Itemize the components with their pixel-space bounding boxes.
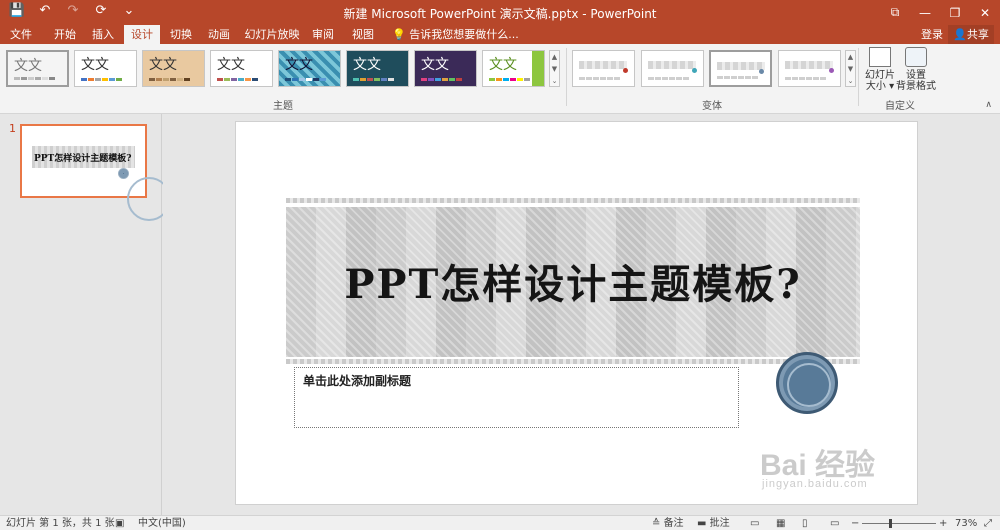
language-indicator[interactable]: 中文(中国) (138, 517, 186, 530)
share-label: 共享 (966, 28, 989, 41)
theme-thumbnail[interactable]: 文文 (6, 50, 69, 87)
zoom-level[interactable]: 73% (955, 517, 977, 530)
reading-view-icon[interactable]: ▯ (802, 517, 808, 530)
customize-group-label: 自定义 (885, 101, 915, 112)
themes-group-label: 主题 (273, 101, 293, 112)
zoom-slider-thumb[interactable] (889, 519, 892, 528)
share-button[interactable]: 👤共享 (948, 25, 994, 44)
theme-thumbnail[interactable]: 文文 (142, 50, 205, 87)
tab-view[interactable]: 视图 (346, 25, 380, 44)
themes-gallery-scroll[interactable]: ▲ ▼ ⌄ (549, 50, 560, 87)
tab-transitions[interactable]: 切换 (164, 25, 198, 44)
tab-slideshow[interactable]: 幻灯片放映 (244, 25, 300, 44)
tell-me-box[interactable]: 💡 告诉我您想要做什么... (392, 25, 519, 44)
window-title: 新建 Microsoft PowerPoint 演示文稿.pptx - Powe… (343, 7, 657, 21)
tab-home[interactable]: 开始 (48, 25, 82, 44)
notes-button[interactable]: ≙ 备注 (652, 517, 684, 530)
spellcheck-icon[interactable]: ▣ (115, 517, 124, 530)
watermark-url: jingyan.baidu.com (762, 478, 868, 490)
paint-bucket-icon (905, 47, 927, 67)
comments-button[interactable]: ▬ 批注 (697, 517, 730, 530)
ribbon-display-options-icon[interactable]: ⧉ (880, 0, 910, 25)
variants-group-label: 变体 (702, 101, 722, 112)
tab-file[interactable]: 文件 (6, 25, 36, 44)
slide-size-icon (869, 47, 891, 67)
window-controls: ⧉ — ❐ ✕ (880, 0, 1000, 25)
decorative-rule (286, 198, 860, 203)
notes-icon: ≙ (652, 518, 664, 529)
theme-thumbnail[interactable]: 文文 (278, 50, 341, 87)
group-divider (858, 48, 859, 106)
variants-gallery-scroll[interactable]: ▲ ▼ ⌄ (845, 50, 856, 87)
login-link[interactable]: 登录 (921, 25, 943, 44)
tab-review[interactable]: 审阅 (306, 25, 340, 44)
title-bar: 💾 ↶ ↷ ⟳ ⌄ 新建 Microsoft PowerPoint 演示文稿.p… (0, 0, 1000, 25)
slide-sorter-icon[interactable]: ▦ (776, 517, 785, 530)
theme-thumbnail[interactable]: 文文 (414, 50, 477, 87)
slide-title[interactable]: PPT怎样设计主题模板? (286, 252, 860, 310)
baidu-watermark: Bai 经验 jingyan.baidu.com (760, 440, 875, 490)
variant-thumbnail[interactable] (572, 50, 635, 87)
slideshow-icon[interactable]: ▭ (830, 517, 839, 530)
theme-thumbnail[interactable]: 文文 (210, 50, 273, 87)
theme-thumbnail[interactable]: 文文 (346, 50, 409, 87)
minimize-icon[interactable]: — (910, 0, 940, 25)
thumbnail-title: PPT怎样设计主题模板? (34, 154, 132, 164)
format-background-button[interactable]: 设置 背景格式 (896, 47, 936, 92)
restore-icon[interactable]: ❐ (940, 0, 970, 25)
theme-thumbnail[interactable]: 文文 (74, 50, 137, 87)
status-bar: 幻灯片 第 1 张，共 1 张 ▣ 中文(中国) ≙ 备注 ▬ 批注 ▭ ▦ ▯… (0, 515, 1000, 530)
variant-thumbnail[interactable] (778, 50, 841, 87)
zoom-out-button[interactable]: − (851, 517, 859, 530)
comment-icon: ▬ (697, 518, 710, 529)
tell-me-text: 告诉我您想要做什么... (409, 28, 519, 41)
ribbon-tabs: 文件 开始 插入 设计 切换 动画 幻灯片放映 审阅 视图 💡 告诉我您想要做什… (0, 25, 1000, 44)
zoom-in-button[interactable]: + (939, 517, 947, 530)
subtitle-placeholder[interactable]: 单击此处添加副标题 (294, 367, 739, 428)
slide-thumbnail[interactable]: PPT怎样设计主题模板? (20, 124, 171, 221)
tab-design[interactable]: 设计 (124, 25, 160, 44)
slide-number: 1 (9, 122, 16, 135)
lightbulb-icon: 💡 (392, 28, 406, 41)
zoom-slider[interactable] (862, 523, 936, 524)
theme-thumbnail[interactable]: 文文 (482, 50, 545, 87)
fit-to-window-icon[interactable]: ⤢ (984, 517, 992, 530)
decorative-rule (286, 359, 860, 364)
seal-stamp-icon (776, 352, 838, 414)
variant-thumbnail[interactable] (709, 50, 772, 87)
slide-thumbnail-pane: 1 PPT怎样设计主题模板? (0, 114, 171, 515)
slide-counter: 幻灯片 第 1 张，共 1 张 (6, 518, 115, 529)
ribbon: 文文 文文 文文 文文 文文 文文 文文 文文 ▲ ▼ ⌄ 主题 ▲ ▼ ⌄ 变… (0, 44, 1000, 114)
subtitle-placeholder-text: 单击此处添加副标题 (303, 374, 412, 388)
collapse-ribbon-icon[interactable]: ∧ (985, 100, 992, 110)
tab-insert[interactable]: 插入 (86, 25, 120, 44)
tab-animations[interactable]: 动画 (202, 25, 236, 44)
variant-thumbnail[interactable] (641, 50, 704, 87)
close-icon[interactable]: ✕ (970, 0, 1000, 25)
seal-icon (118, 168, 171, 221)
normal-view-icon[interactable]: ▭ (750, 517, 759, 530)
person-icon: 👤 (953, 28, 967, 41)
slide-size-button[interactable]: 幻灯片 大小 ▾ (862, 47, 898, 92)
